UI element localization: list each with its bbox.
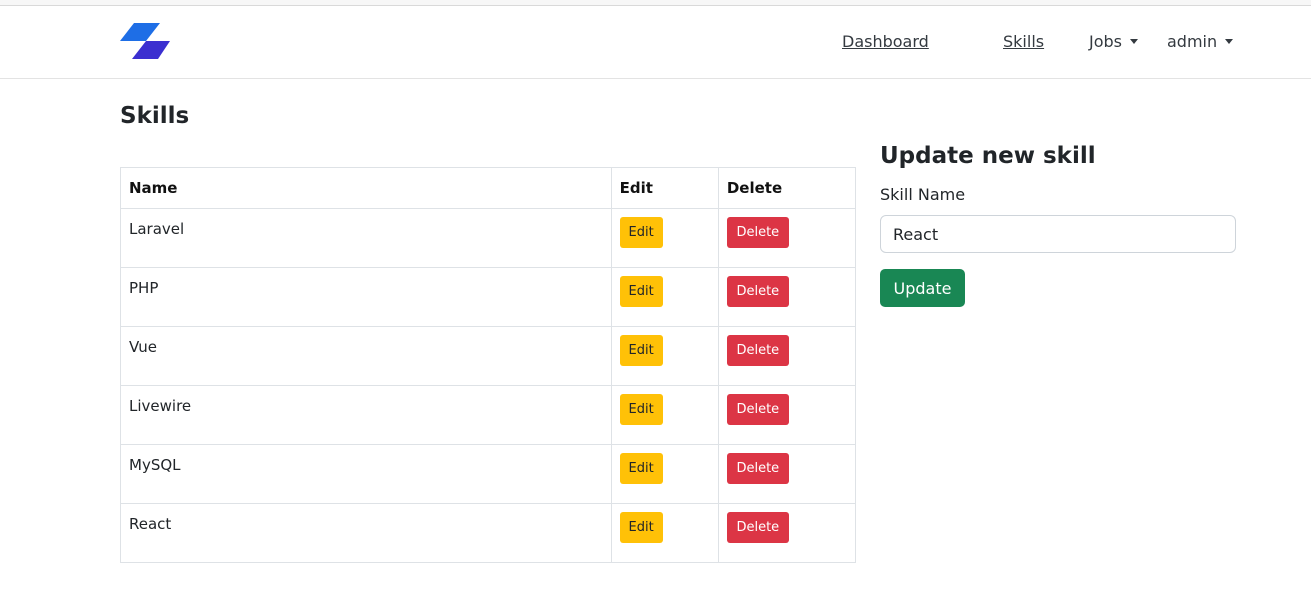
nav-skills-link[interactable]: Skills [1003,32,1044,51]
edit-button[interactable]: Edit [619,276,663,307]
column-header-delete: Delete [717,167,857,209]
skill-name-input[interactable] [880,215,1236,253]
table-header-row: Name Edit Delete [120,167,857,209]
page-title: Skills [120,103,190,129]
edit-cell: Edit [610,208,719,268]
column-header-name: Name [120,167,612,209]
edit-cell: Edit [610,444,719,504]
nav-dashboard-link[interactable]: Dashboard [842,32,929,51]
form-title: Update new skill [880,143,1096,169]
skill-name-cell: Laravel [120,208,612,268]
edit-button[interactable]: Edit [619,394,663,425]
table-row: React Edit Delete [120,503,857,563]
chevron-down-icon [1130,39,1138,44]
edit-button[interactable]: Edit [619,335,663,366]
chevron-down-icon [1225,39,1234,44]
table-row: PHP Edit Delete [120,267,857,327]
skill-name-label: Skill Name [880,185,966,204]
edit-cell: Edit [610,267,719,327]
delete-cell: Delete [717,267,857,327]
delete-button[interactable]: Delete [726,512,789,543]
edit-button[interactable]: Edit [619,217,663,248]
edit-cell: Edit [610,503,719,563]
nav-jobs-dropdown[interactable]: Jobs [1089,32,1138,51]
delete-cell: Delete [717,503,857,563]
delete-cell: Delete [717,385,857,445]
delete-button[interactable]: Delete [726,217,789,248]
skills-table: Name Edit Delete Laravel Edit Delete PHP… [120,167,857,563]
skill-name-cell: MySQL [120,444,612,504]
parallelogram-logo-icon[interactable] [120,23,172,59]
table-row: Laravel Edit Delete [120,208,857,268]
nav-user-label: admin [1167,32,1218,51]
edit-button[interactable]: Edit [619,453,663,484]
table-row: Vue Edit Delete [120,326,857,386]
delete-cell: Delete [717,208,857,268]
delete-button[interactable]: Delete [726,335,789,366]
delete-button[interactable]: Delete [726,453,789,484]
table-row: Livewire Edit Delete [120,385,857,445]
edit-button[interactable]: Edit [619,512,663,543]
delete-cell: Delete [717,326,857,386]
nav-jobs-label: Jobs [1089,32,1122,51]
skill-name-cell: React [120,503,612,563]
delete-cell: Delete [717,444,857,504]
edit-cell: Edit [610,385,719,445]
column-header-edit: Edit [610,167,719,209]
skill-name-cell: PHP [120,267,612,327]
delete-button[interactable]: Delete [726,276,789,307]
skill-name-cell: Livewire [120,385,612,445]
table-row: MySQL Edit Delete [120,444,857,504]
edit-cell: Edit [610,326,719,386]
nav-user-dropdown[interactable]: admin [1167,32,1234,51]
navbar: Dashboard Skills Jobs admin [0,6,1311,79]
delete-button[interactable]: Delete [726,394,789,425]
update-button[interactable]: Update [880,269,965,307]
skill-name-cell: Vue [120,326,612,386]
